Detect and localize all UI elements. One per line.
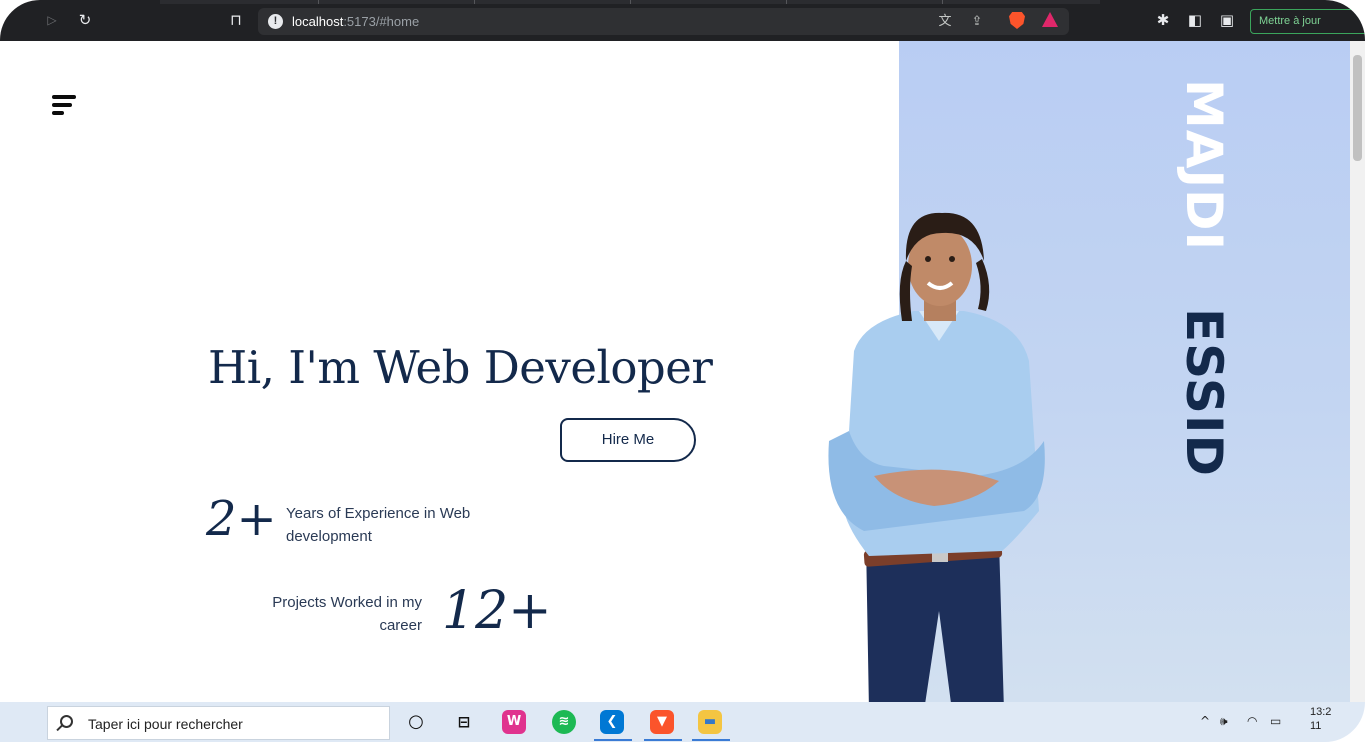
tab-separator (942, 0, 943, 4)
brave-rewards-icon[interactable] (1042, 12, 1058, 27)
task-view-icon[interactable]: ⊟ (452, 710, 476, 734)
share-icon[interactable]: ⇪ (968, 13, 986, 31)
clock-date: 11 (1310, 720, 1322, 732)
tab-separator (474, 0, 475, 4)
spotify-icon[interactable]: ≋ (552, 710, 576, 734)
web-page: MAJDI ESSID Hi, I'm Web Developer Hire M… (24, 41, 1350, 702)
wifi-icon[interactable]: ◠ (1247, 714, 1257, 728)
site-info-icon[interactable]: ! (268, 14, 283, 29)
stat-years-line2: development (286, 528, 372, 545)
tray-chevron-icon[interactable]: ^ (1200, 714, 1210, 728)
wamp-icon[interactable]: W (502, 710, 526, 734)
brave-icon[interactable]: ▼ (650, 710, 674, 734)
extensions-icon[interactable]: ✱ (1153, 10, 1173, 30)
taskbar-search[interactable]: Taper ici pour rechercher (47, 706, 390, 740)
bookmark-icon[interactable]: ⊓ (226, 10, 246, 30)
cortana-icon[interactable]: ○ (404, 710, 428, 734)
tab-separator (630, 0, 631, 4)
tab-separator (318, 0, 319, 4)
vertical-name: MAJDI ESSID (1164, 79, 1244, 479)
hero-title: Hi, I'm Web Developer (208, 341, 713, 394)
brave-active-indicator (644, 739, 682, 741)
vscode-active-indicator (594, 739, 632, 741)
screen: ▷ ↻ ⊓ ! localhost:5173/#home 文 ⇪ ✱ ◧ ▣ M… (0, 0, 1365, 742)
stat-projects-line2: career (379, 617, 422, 634)
hamburger-menu-icon[interactable] (52, 95, 78, 119)
stat-years-label: Years of Experience in Web development (286, 502, 470, 548)
hire-me-button[interactable]: Hire Me (560, 418, 696, 462)
explorer-active-indicator (692, 739, 730, 741)
search-icon (60, 715, 73, 728)
tab-separator (786, 0, 787, 4)
address-bar[interactable]: ! localhost:5173/#home 文 ⇪ (258, 8, 1069, 35)
stat-projects-line1: Projects Worked in my (272, 594, 422, 611)
url-host: localhost (292, 14, 344, 29)
reload-icon[interactable]: ↻ (75, 10, 95, 30)
wallet-icon[interactable]: ▣ (1217, 10, 1237, 30)
clock-time: 13:2 (1310, 706, 1332, 718)
url-path: :5173/#home (343, 14, 420, 29)
file-explorer-icon[interactable]: ▬ (698, 710, 722, 734)
stat-projects-label: Projects Worked in my career (224, 591, 422, 637)
name-last: ESSID (1175, 307, 1233, 477)
battery-icon[interactable]: ▭ (1270, 714, 1281, 728)
system-clock[interactable]: 13:2 11 (1310, 705, 1331, 733)
update-button[interactable]: Mettre à jour (1250, 9, 1365, 34)
search-placeholder: Taper ici pour rechercher (88, 716, 243, 732)
volume-icon[interactable]: 🕪 (1220, 714, 1228, 729)
taskbar: Taper ici pour rechercher ○ ⊟ W ≋ ❮ ▼ ▬ … (0, 702, 1365, 742)
url-text: localhost:5173/#home (292, 14, 419, 29)
stat-years-line1: Years of Experience in Web (286, 505, 471, 522)
name-first: MAJDI (1175, 79, 1233, 252)
stat-projects-number: 12+ (442, 581, 552, 641)
page-scrollbar[interactable] (1350, 41, 1365, 702)
profile-photo (828, 212, 1045, 702)
scrollbar-thumb[interactable] (1353, 55, 1362, 161)
browser-toolbar: ▷ ↻ ⊓ ! localhost:5173/#home 文 ⇪ ✱ ◧ ▣ M… (0, 0, 1365, 41)
forward-icon[interactable]: ▷ (42, 10, 62, 30)
sidebar-icon[interactable]: ◧ (1185, 10, 1205, 30)
translate-icon[interactable]: 文 (936, 13, 954, 31)
stat-years-number: 2+ (206, 491, 277, 547)
vscode-icon[interactable]: ❮ (600, 710, 624, 734)
